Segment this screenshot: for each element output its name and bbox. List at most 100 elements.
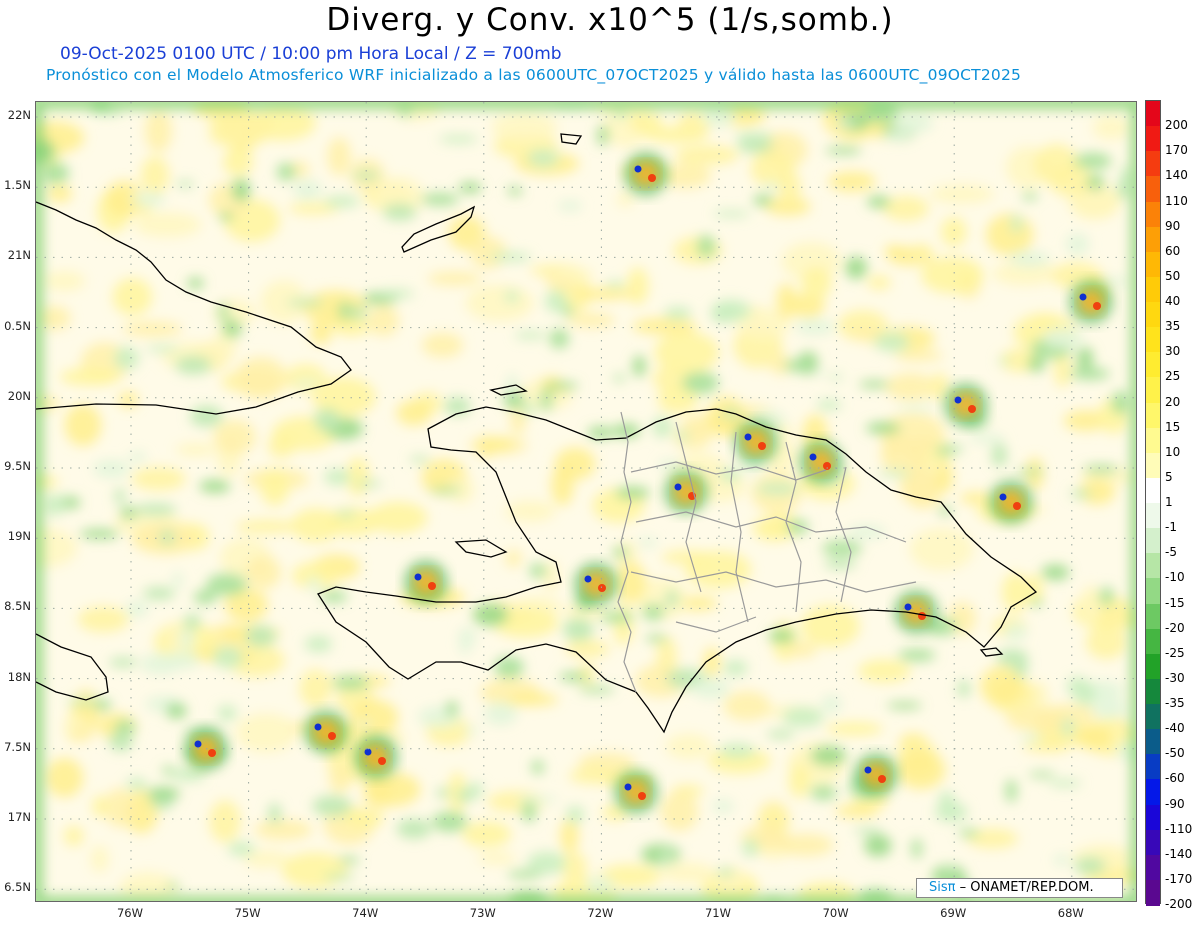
field-blob [834, 119, 857, 127]
field-blob [1116, 179, 1132, 200]
field-blob [312, 795, 352, 817]
field-blob [554, 268, 595, 282]
field-blob [1018, 733, 1043, 742]
field-blob [514, 331, 547, 340]
field-blob [320, 590, 348, 603]
field-blob [175, 355, 212, 375]
colorbar-label: 90 [1165, 218, 1181, 233]
lat-tick-label: 20N [7, 388, 31, 403]
field-blob [957, 679, 971, 698]
field-blob [897, 648, 936, 662]
field-blob [540, 388, 553, 412]
convergence-core [634, 165, 642, 173]
divergence-core [823, 462, 831, 470]
lat-tick-label: 17N [7, 810, 31, 824]
field-blob [343, 809, 385, 828]
field-blob [217, 705, 237, 722]
colorbar-swatch [1146, 377, 1160, 403]
field-blob [986, 213, 1034, 256]
field-blob [219, 212, 234, 221]
field-blob [422, 332, 464, 358]
field-blob [472, 603, 509, 627]
field-blob [612, 547, 628, 558]
field-blob [1003, 622, 1028, 642]
lat-tick-label: 22N [7, 108, 31, 122]
colorbar-swatch [1146, 151, 1160, 177]
field-blob [632, 317, 698, 335]
colorbar-swatch [1146, 226, 1160, 253]
divergence-core [1013, 502, 1021, 510]
field-blob [131, 466, 186, 491]
convergence-core [584, 575, 592, 583]
field-blob [420, 192, 460, 206]
colorbar-label: 25 [1165, 369, 1181, 384]
field-blob [1065, 233, 1090, 256]
field-blob [1031, 598, 1043, 608]
field-blob [554, 447, 596, 481]
field-blob [165, 702, 187, 719]
field-blob [881, 131, 911, 141]
colorbar-swatch [1146, 678, 1160, 705]
field-blob [753, 194, 773, 206]
colorbar-swatch [1146, 302, 1160, 328]
field-blob [563, 618, 594, 642]
field-blob [1022, 740, 1072, 753]
colorbar-label: 20 [1165, 394, 1181, 409]
field-blob [1015, 468, 1045, 475]
field-blob [717, 867, 734, 877]
field-blob [828, 171, 876, 192]
field-blob [786, 641, 817, 658]
field-blob [382, 203, 417, 221]
field-blob [268, 802, 281, 825]
field-blob [821, 540, 863, 557]
lat-tick-label: 1.5N [4, 178, 31, 193]
map-title: Diverg. y Conv. x10^5 (1/s,somb.) [326, 2, 894, 38]
lon-tick-label: 73W [469, 906, 496, 920]
field-blob [431, 811, 468, 832]
lon-tick-label: 75W [234, 906, 261, 920]
field-blob [883, 195, 929, 222]
sispi-logo: Sisπ [929, 880, 956, 895]
field-blob [723, 659, 748, 677]
colorbar-swatch [1146, 779, 1160, 805]
colorbar-label: -15 [1165, 595, 1185, 610]
colorbar-swatch [1146, 879, 1160, 906]
field-blob [654, 331, 719, 374]
field-blob [209, 107, 274, 148]
field-blob [585, 876, 615, 895]
lat-tick-label: 7.5N [4, 739, 31, 754]
model-description: Pronóstico con el Modelo Atmosferico WRF… [46, 66, 1022, 84]
colorbar-swatch [1146, 578, 1160, 604]
field-blob [118, 391, 139, 409]
colorbar-swatch [1146, 327, 1160, 353]
field-blob [996, 649, 1028, 667]
field-blob [1085, 625, 1127, 660]
field-blob [377, 289, 415, 299]
field-blob [665, 733, 712, 760]
province-border [675, 616, 757, 633]
field-blob [327, 137, 351, 176]
field-blob [521, 801, 537, 823]
lon-tick-label: 70W [822, 906, 849, 920]
colorbar-label: -90 [1165, 796, 1185, 811]
field-blob [231, 178, 251, 202]
field-blob [660, 791, 699, 832]
field-blob [128, 451, 147, 463]
colorbar-label: -170 [1165, 871, 1193, 886]
colorbar-swatch [1146, 553, 1160, 579]
field-blob [1099, 586, 1114, 606]
colorbar-label: 5 [1165, 469, 1173, 484]
field-blob [323, 873, 356, 881]
colorbar-label: 1 [1165, 495, 1173, 509]
field-blob [505, 500, 556, 522]
field-blob [642, 603, 665, 621]
field-blob [892, 113, 934, 134]
field-blob [801, 604, 860, 648]
field-blob [527, 851, 567, 875]
field-blob [484, 702, 518, 726]
field-blob [45, 757, 84, 798]
field-blob [132, 192, 166, 207]
field-blob [1027, 356, 1045, 372]
field-blob [816, 370, 827, 377]
field-blob [788, 765, 811, 798]
